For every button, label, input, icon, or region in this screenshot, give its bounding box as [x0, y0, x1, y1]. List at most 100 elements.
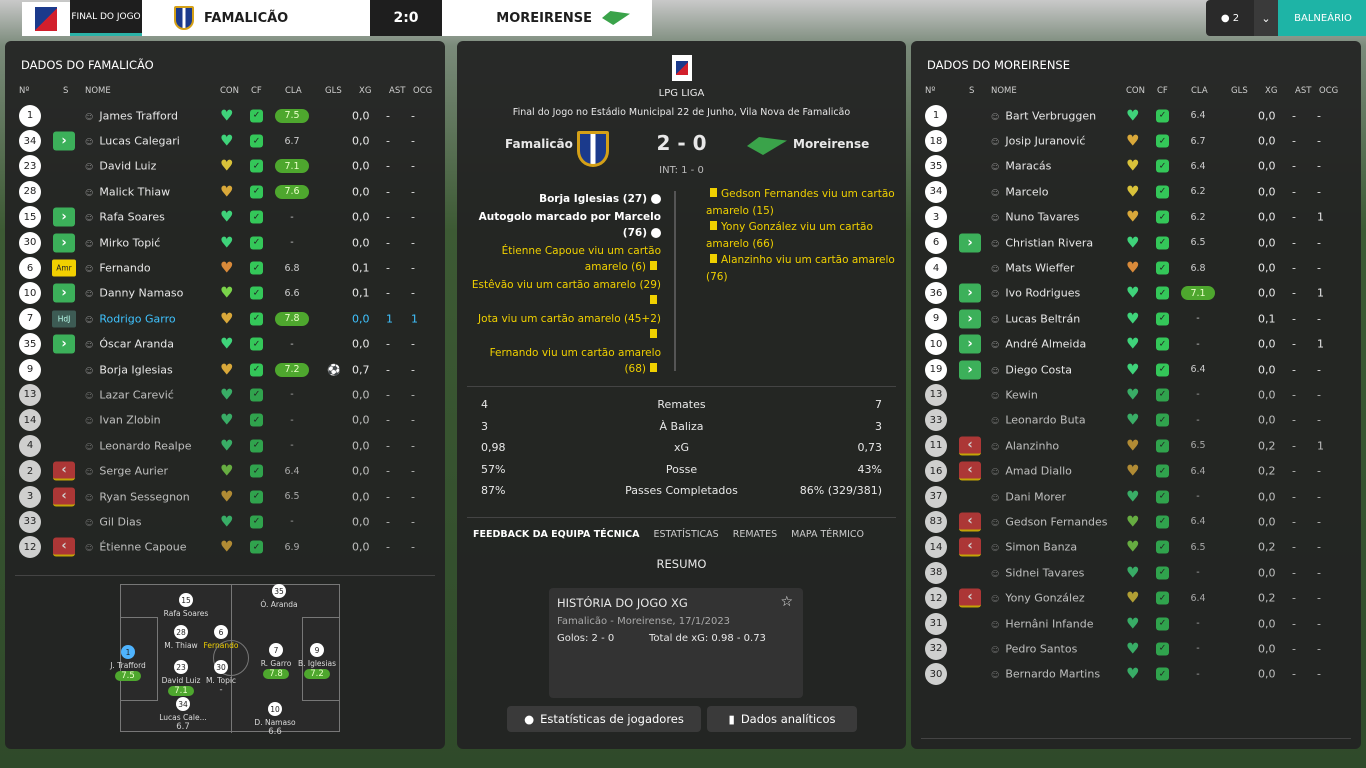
player-name[interactable]: Étienne Capoue: [85, 541, 186, 554]
table-row[interactable]: 37 Dani Morer ♥ ✓ - 0,0 - -: [911, 484, 1361, 509]
table-row[interactable]: 9 Borja Iglesias ♥ ✓ 7.2 ⚽ 0,7 - -: [5, 357, 445, 382]
table-row[interactable]: 14 ‹ Simon Banza ♥ ✓ 6.5 0,2 - -: [911, 535, 1361, 560]
table-row[interactable]: 1 Bart Verbruggen ♥ ✓ 6.4 0,0 - -: [911, 103, 1361, 128]
table-row[interactable]: 6 Amr Fernando ♥ ✓ 6.8 0,1 - -: [5, 255, 445, 280]
away-team[interactable]: MOREIRENSE: [442, 0, 652, 36]
player-name[interactable]: Bernardo Martins: [991, 668, 1100, 681]
player-name[interactable]: Malick Thiaw: [85, 185, 170, 198]
table-row[interactable]: 10 › Danny Namaso ♥ ✓ 6.6 0,1 - -: [5, 281, 445, 306]
table-row[interactable]: 15 › Rafa Soares ♥ ✓ - 0,0 - -: [5, 205, 445, 230]
table-row[interactable]: 14 Ivan Zlobin ♥ ✓ - 0,0 - -: [5, 408, 445, 433]
player-name[interactable]: Kewin: [991, 388, 1037, 401]
table-row[interactable]: 12 ‹ Yony González ♥ ✓ 6.4 0,2 - -: [911, 585, 1361, 610]
player-name[interactable]: David Luiz: [85, 160, 156, 173]
table-row[interactable]: 2 ‹ Serge Aurier ♥ ✓ 6.4 0,0 - -: [5, 458, 445, 483]
table-row[interactable]: 18 Josip Juranović ♥ ✓ 6.7 0,0 - -: [911, 128, 1361, 153]
pitch-player[interactable]: 35 Ó. Aranda: [254, 584, 304, 609]
player-name[interactable]: Leonardo Realpe: [85, 439, 191, 452]
player-name[interactable]: Hernâni Infande: [991, 617, 1093, 630]
table-row[interactable]: 33 Leonardo Buta ♥ ✓ - 0,0 - -: [911, 408, 1361, 433]
pitch-player[interactable]: 10 D. Namaso 6.6: [250, 702, 300, 737]
player-name[interactable]: Lucas Beltrán: [991, 312, 1080, 325]
user-count-button[interactable]: ● 2: [1206, 0, 1254, 36]
player-name[interactable]: Ivan Zlobin: [85, 414, 160, 427]
player-name[interactable]: Marcelo: [991, 185, 1048, 198]
player-name[interactable]: Serge Aurier: [85, 465, 168, 478]
table-row[interactable]: 35 Maracás ♥ ✓ 6.4 0,0 - -: [911, 154, 1361, 179]
table-row[interactable]: 38 Sidnei Tavares ♥ ✓ - 0,0 - -: [911, 560, 1361, 585]
pitch-player[interactable]: 34 Lucas Cale... 6.7: [158, 697, 208, 732]
player-name[interactable]: Pedro Santos: [991, 642, 1077, 655]
player-name[interactable]: Gedson Fernandes: [991, 515, 1107, 528]
player-name[interactable]: Maracás: [991, 160, 1051, 173]
player-name[interactable]: Mats Wieffer: [991, 262, 1074, 275]
table-row[interactable]: 3 ‹ Ryan Sessegnon ♥ ✓ 6.5 0,0 - -: [5, 484, 445, 509]
player-name[interactable]: Nuno Tavares: [991, 211, 1079, 224]
table-row[interactable]: 13 Kewin ♥ ✓ - 0,0 - -: [911, 382, 1361, 407]
balneario-button[interactable]: BALNEÁRIO: [1278, 0, 1366, 36]
home-team[interactable]: FAMALICÃO: [142, 0, 370, 36]
table-row[interactable]: 9 › Lucas Beltrán ♥ ✓ - 0,1 - -: [911, 306, 1361, 331]
player-name[interactable]: André Almeida: [991, 338, 1086, 351]
table-row[interactable]: 30 › Mirko Topić ♥ ✓ - 0,0 - -: [5, 230, 445, 255]
pitch-player[interactable]: 1 J. Trafford 7.5: [103, 645, 153, 681]
table-row[interactable]: 4 Mats Wieffer ♥ ✓ 6.8 0,0 - -: [911, 255, 1361, 280]
player-name[interactable]: Mirko Topić: [85, 236, 160, 249]
table-row[interactable]: 16 ‹ Amad Diallo ♥ ✓ 6.4 0,2 - -: [911, 458, 1361, 483]
player-name[interactable]: Óscar Aranda: [85, 338, 174, 351]
player-name[interactable]: Leonardo Buta: [991, 414, 1085, 427]
tab-2[interactable]: REMATES: [733, 529, 777, 540]
xg-history-card[interactable]: HISTÓRIA DO JOGO XG ☆ Famalicão - Moreir…: [549, 588, 803, 698]
table-row[interactable]: 13 Lazar Carević ♥ ✓ - 0,0 - -: [5, 382, 445, 407]
player-name[interactable]: Simon Banza: [991, 541, 1077, 554]
player-name[interactable]: Rafa Soares: [85, 211, 164, 224]
pitch-player[interactable]: 6 Fernando: [196, 625, 246, 650]
table-row[interactable]: 36 › Ivo Rodrigues ♥ ✓ 7.1 0,0 - 1: [911, 281, 1361, 306]
player-name[interactable]: Ryan Sessegnon: [85, 490, 189, 503]
pitch-player[interactable]: 30 M. Topic -: [196, 660, 246, 695]
star-icon[interactable]: ☆: [780, 594, 793, 610]
analytics-button[interactable]: ▮ Dados analíticos: [707, 706, 857, 732]
pitch-player[interactable]: 9 B. Iglesias 7.2: [292, 643, 342, 679]
table-row[interactable]: 11 ‹ Alanzinho ♥ ✓ 6.5 0,2 - 1: [911, 433, 1361, 458]
player-name[interactable]: Diego Costa: [991, 363, 1072, 376]
table-row[interactable]: 83 ‹ Gedson Fernandes ♥ ✓ 6.4 0,0 - -: [911, 509, 1361, 534]
table-row[interactable]: 12 ‹ Étienne Capoue ♥ ✓ 6.9 0,0 - -: [5, 535, 445, 560]
player-name[interactable]: Amad Diallo: [991, 465, 1072, 478]
player-name[interactable]: Ivo Rodrigues: [991, 287, 1080, 300]
table-row[interactable]: 23 David Luiz ♥ ✓ 7.1 0,0 - -: [5, 154, 445, 179]
pitch-player[interactable]: 15 Rafa Soares: [161, 593, 211, 618]
player-name[interactable]: Gil Dias: [85, 515, 141, 528]
table-row[interactable]: 31 Hernâni Infande ♥ ✓ - 0,0 - -: [911, 611, 1361, 636]
player-name[interactable]: Danny Namaso: [85, 287, 183, 300]
table-row[interactable]: 32 Pedro Santos ♥ ✓ - 0,0 - -: [911, 636, 1361, 661]
player-name[interactable]: Sidnei Tavares: [991, 566, 1084, 579]
tab-0[interactable]: FEEDBACK DA EQUIPA TÉCNICA: [473, 529, 639, 540]
table-row[interactable]: 6 › Christian Rivera ♥ ✓ 6.5 0,0 - -: [911, 230, 1361, 255]
player-name[interactable]: Dani Morer: [991, 490, 1066, 503]
table-row[interactable]: 30 Bernardo Martins ♥ ✓ - 0,0 - -: [911, 662, 1361, 687]
table-row[interactable]: 1 James Trafford ♥ ✓ 7.5 0,0 - -: [5, 103, 445, 128]
table-row[interactable]: 34 Marcelo ♥ ✓ 6.2 0,0 - -: [911, 179, 1361, 204]
player-name[interactable]: Lucas Calegari: [85, 135, 179, 148]
player-name[interactable]: Borja Iglesias: [85, 363, 172, 376]
player-name[interactable]: Yony González: [991, 592, 1084, 605]
table-row[interactable]: 10 › André Almeida ♥ ✓ - 0,0 - 1: [911, 332, 1361, 357]
player-name[interactable]: James Trafford: [85, 109, 178, 122]
player-name[interactable]: Bart Verbruggen: [991, 109, 1096, 122]
player-name[interactable]: Alanzinho: [991, 439, 1059, 452]
player-name[interactable]: Christian Rivera: [991, 236, 1093, 249]
table-row[interactable]: 3 Nuno Tavares ♥ ✓ 6.2 0,0 - 1: [911, 205, 1361, 230]
table-row[interactable]: 7 HdJ Rodrigo Garro ♥ ✓ 7.8 0,0 1 1: [5, 306, 445, 331]
table-row[interactable]: 28 Malick Thiaw ♥ ✓ 7.6 0,0 - -: [5, 179, 445, 204]
table-row[interactable]: 19 › Diego Costa ♥ ✓ 6.4 0,0 - -: [911, 357, 1361, 382]
table-row[interactable]: 33 Gil Dias ♥ ✓ - 0,0 - -: [5, 509, 445, 534]
player-name[interactable]: Fernando: [85, 262, 150, 275]
player-name[interactable]: Lazar Carević: [85, 388, 174, 401]
tab-3[interactable]: MAPA TÉRMICO: [791, 529, 864, 540]
table-row[interactable]: 34 › Lucas Calegari ♥ ✓ 6.7 0,0 - -: [5, 128, 445, 153]
player-stats-button[interactable]: ● Estatísticas de jogadores: [507, 706, 701, 732]
table-row[interactable]: 35 › Óscar Aranda ♥ ✓ - 0,0 - -: [5, 332, 445, 357]
player-name[interactable]: Josip Juranović: [991, 135, 1085, 148]
chevron-down-icon[interactable]: ⌄: [1254, 0, 1278, 36]
